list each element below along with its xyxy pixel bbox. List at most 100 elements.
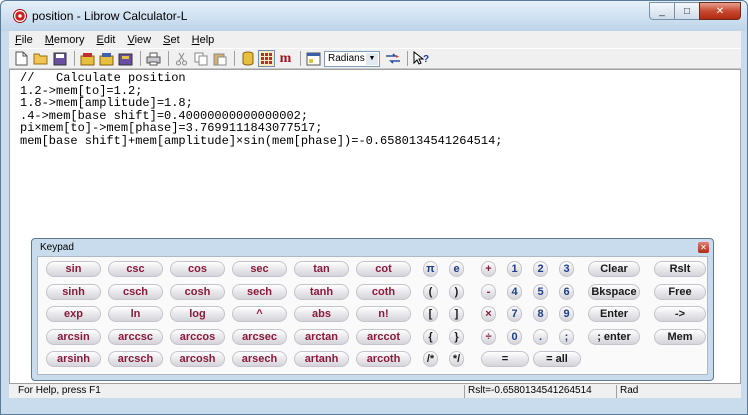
key-cot-button[interactable]: cot (356, 261, 411, 277)
menu-item-help[interactable]: Help (186, 34, 221, 46)
editor-text[interactable]: // Calculate position 1.2->mem[to]=1.2; 1.… (10, 70, 740, 147)
keypad-close-button[interactable]: ✕ (698, 242, 709, 253)
key-log-button[interactable]: log (170, 306, 225, 322)
key-mem-button[interactable]: Mem (654, 329, 706, 345)
key-op-button[interactable]: 7 (507, 306, 522, 322)
key-enter-button[interactable]: Enter (588, 306, 640, 322)
key-tanh-button[interactable]: tanh (294, 284, 349, 300)
key-abs-button[interactable]: abs (294, 306, 349, 322)
open-folder-icon[interactable] (32, 50, 49, 67)
key-op-button[interactable]: ; (559, 329, 574, 345)
key-bkspace-button[interactable]: Bkspace (588, 284, 640, 300)
memory-icon[interactable]: m (277, 50, 294, 67)
key-sech-button[interactable]: sech (232, 284, 287, 300)
key-arccsc-button[interactable]: arccsc (108, 329, 163, 345)
angle-mode-select[interactable]: Radians ▼ (324, 50, 380, 67)
key-cosh-button[interactable]: cosh (170, 284, 225, 300)
key-op-button[interactable]: + (481, 261, 496, 277)
new-file-icon[interactable] (13, 50, 30, 67)
key-cos-button[interactable]: cos (170, 261, 225, 277)
key-sec-button[interactable]: sec (232, 261, 287, 277)
menu-item-memory[interactable]: Memory (39, 34, 91, 46)
key-equals-button[interactable]: = all (533, 351, 581, 367)
memory-store-icon[interactable] (117, 50, 134, 67)
key-enter-button[interactable]: ; enter (588, 329, 640, 345)
minimize-button[interactable]: _ (649, 2, 675, 20)
key-arctan-button[interactable]: arctan (294, 329, 349, 345)
key-op-button[interactable]: 1 (507, 261, 522, 277)
chevron-down-icon[interactable]: ▼ (366, 52, 378, 65)
editor-line[interactable]: // Calculate position (10, 72, 740, 85)
key-rslt-button[interactable]: Rslt (654, 261, 706, 277)
key-op-button[interactable]: */ (449, 351, 464, 367)
key-arcsch-button[interactable]: arcsch (108, 351, 163, 367)
key-artanh-button[interactable]: artanh (294, 351, 349, 367)
key-op-button[interactable]: 0 (507, 329, 522, 345)
key-op-button[interactable]: 3 (559, 261, 574, 277)
keypad-toggle-icon[interactable] (258, 50, 275, 67)
key-ln-button[interactable]: ln (108, 306, 163, 322)
key-equals-button[interactable]: = (481, 351, 529, 367)
key-arsinh-button[interactable]: arsinh (46, 351, 101, 367)
key--button[interactable]: ^ (232, 306, 287, 322)
key-op-button[interactable]: ] (449, 306, 464, 322)
key-n-button[interactable]: n! (356, 306, 411, 322)
key-tan-button[interactable]: tan (294, 261, 349, 277)
close-button[interactable]: ✕ (699, 2, 741, 20)
menu-item-set[interactable]: Set (157, 34, 186, 46)
key-op-button[interactable]: 4 (507, 284, 522, 300)
key-arcsec-button[interactable]: arcsec (232, 329, 287, 345)
title-bar[interactable]: position - Librow Calculator-L _ □ ✕ (1, 1, 747, 31)
key-op-button[interactable]: ÷ (481, 329, 496, 345)
key-op-button[interactable]: 5 (533, 284, 548, 300)
key-sin-button[interactable]: sin (46, 261, 101, 277)
angle-settings-icon[interactable] (305, 50, 322, 67)
key-arccot-button[interactable]: arccot (356, 329, 411, 345)
key-sinh-button[interactable]: sinh (46, 284, 101, 300)
editor-line[interactable]: 1.8->mem[amplitude]=1.8; (10, 97, 740, 110)
cut-icon[interactable] (173, 50, 190, 67)
key-csch-button[interactable]: csch (108, 284, 163, 300)
key-op-button[interactable]: π (423, 261, 438, 277)
convert-arrows-icon[interactable] (384, 50, 401, 67)
key-arcsin-button[interactable]: arcsin (46, 329, 101, 345)
key-exp-button[interactable]: exp (46, 306, 101, 322)
key-arsech-button[interactable]: arsech (232, 351, 287, 367)
key-op-button[interactable]: - (481, 284, 496, 300)
menu-item-edit[interactable]: Edit (90, 34, 121, 46)
key-op-button[interactable]: . (533, 329, 548, 345)
key-op-button[interactable]: 9 (559, 306, 574, 322)
key--button[interactable]: -> (654, 306, 706, 322)
app-logo-icon[interactable] (13, 9, 27, 23)
maximize-button[interactable]: □ (674, 2, 700, 20)
key-op-button[interactable]: 8 (533, 306, 548, 322)
key-arcoth-button[interactable]: arcoth (356, 351, 411, 367)
key-op-button[interactable]: ) (449, 284, 464, 300)
key-op-button[interactable]: } (449, 329, 464, 345)
key-op-button[interactable]: /* (423, 351, 438, 367)
copy-icon[interactable] (192, 50, 209, 67)
editor-line[interactable]: mem[base shift]+mem[amplitude]×sin(mem[p… (10, 134, 740, 148)
paste-icon[interactable] (211, 50, 228, 67)
key-clear-button[interactable]: Clear (588, 261, 640, 277)
key-op-button[interactable]: ( (423, 284, 438, 300)
key-op-button[interactable]: 2 (533, 261, 548, 277)
menu-item-view[interactable]: View (121, 34, 157, 46)
key-op-button[interactable]: e (449, 261, 464, 277)
key-free-button[interactable]: Free (654, 284, 706, 300)
print-icon[interactable] (145, 50, 162, 67)
key-arcosh-button[interactable]: arcosh (170, 351, 225, 367)
save-icon[interactable] (51, 50, 68, 67)
key-csc-button[interactable]: csc (108, 261, 163, 277)
context-help-icon[interactable]: ? (412, 50, 429, 67)
memory-load-icon[interactable] (79, 50, 96, 67)
key-coth-button[interactable]: coth (356, 284, 411, 300)
key-op-button[interactable]: [ (423, 306, 438, 322)
menu-item-file[interactable]: File (9, 34, 39, 46)
key-arccos-button[interactable]: arccos (170, 329, 225, 345)
key-op-button[interactable]: × (481, 306, 496, 322)
key-op-button[interactable]: { (423, 329, 438, 345)
key-op-button[interactable]: 6 (559, 284, 574, 300)
editor-line[interactable]: pi×mem[to]->mem[phase]=3.769911184307751… (10, 122, 740, 135)
database-icon[interactable] (239, 50, 256, 67)
